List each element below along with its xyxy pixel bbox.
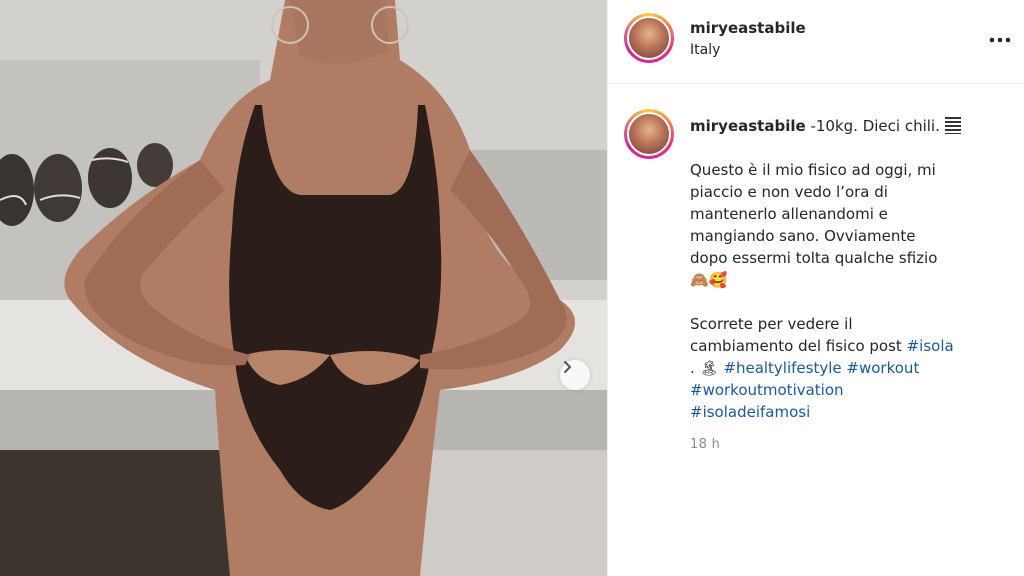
hashtag-workout[interactable]: #workout (846, 359, 919, 377)
caption-intro: -10kg. Dieci chili. (810, 117, 940, 135)
caption-dot: . (690, 359, 695, 377)
caption-line: Questo è il mio fisico ad oggi, mi (690, 161, 936, 179)
caption-line: piaccio e non vedo l’ora di (690, 183, 888, 201)
more-options-icon[interactable] (988, 28, 1012, 52)
avatar-image (627, 112, 671, 156)
post-photo-illustration (0, 0, 607, 576)
post-details-panel: miryeastabile Italy miryeastabile -10kg.… (607, 0, 1024, 576)
caption-line: mantenerlo allenandomi e (690, 205, 888, 223)
caption-text-segment: cambiamento del fisico post (690, 337, 902, 355)
caption-line: dopo essermi tolta qualche sfizio (690, 249, 938, 267)
hashtag-workoutmotivation[interactable]: #workoutmotivation (690, 381, 844, 399)
caption-line: cambiamento del fisico post #isola (690, 335, 1010, 357)
avatar-image (627, 16, 671, 60)
caption-line: #isoladeifamosi (690, 401, 1010, 423)
post-timestamp[interactable]: 18 h (690, 437, 720, 452)
caption-line: #workoutmotivation (690, 379, 1010, 401)
monkey-smiling-emoji: 🙈🥰 (690, 271, 728, 289)
caption-line: . 🏝 #healtylifestyle #workout (690, 357, 1010, 379)
post-photo (0, 0, 607, 576)
caption-gap (690, 137, 1010, 159)
location-link[interactable]: Italy (690, 42, 720, 58)
caption-text-segment: Scorrete per vedere il (690, 315, 853, 333)
next-photo-button[interactable] (560, 360, 590, 390)
hashtag-isola[interactable]: #isola (907, 337, 954, 355)
island-emoji: 🏝 (699, 359, 719, 377)
caption-text: miryeastabile -10kg. Dieci chili. Questo… (690, 115, 1010, 423)
caption-gap (690, 291, 1010, 313)
caption-first-line: miryeastabile -10kg. Dieci chili. (690, 115, 1010, 137)
chevron-right-icon (564, 361, 571, 373)
avatar[interactable] (624, 13, 674, 63)
caption-avatar[interactable] (624, 109, 674, 159)
unknown-emoji-icon (944, 117, 961, 134)
hashtag-isoladeifamosi[interactable]: #isoladeifamosi (690, 403, 810, 421)
post-header: miryeastabile Italy (608, 0, 1024, 84)
caption-line: Scorrete per vedere il (690, 313, 1010, 335)
header-username[interactable]: miryeastabile (690, 19, 806, 37)
caption-line: mangiando sano. Ovviamente (690, 227, 916, 245)
caption-username[interactable]: miryeastabile (690, 117, 806, 135)
hashtag-healtylifestyle[interactable]: #healtylifestyle (723, 359, 841, 377)
more-options-dots (989, 37, 1011, 43)
